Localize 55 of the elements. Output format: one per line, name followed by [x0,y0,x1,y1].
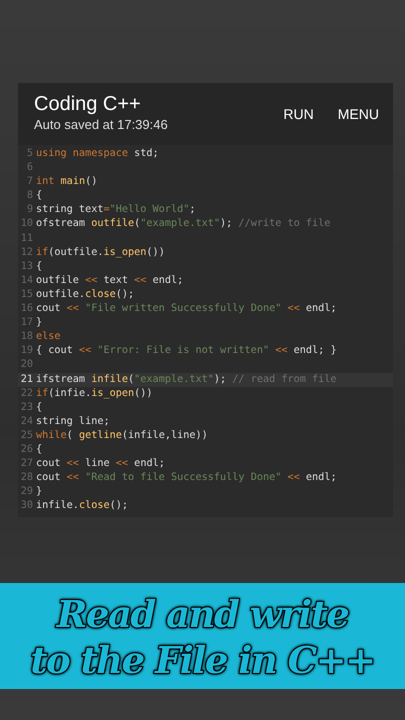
caption-text: to the File in C++ [30,638,375,682]
code-line: { [36,442,42,457]
line-number: 11 [20,232,34,246]
line-number: 25 [20,428,34,443]
code-line: { cout << "Error: File is not written" << endl; } [36,344,337,358]
line-number: 14 [20,274,34,288]
code-line: else [36,330,61,344]
line-number: 6 [26,161,34,176]
code-line: ifstream infile("example.txt"); // read from file [36,372,337,386]
action-button[interactable]: MENU [338,100,379,128]
code-line: { [36,189,42,204]
code-line: if(infie.is_open()) [36,386,153,401]
code-line: outfile << text << endl; [36,274,184,288]
code-line: string line; [36,414,110,429]
line-number: 17 [20,316,34,330]
line-number: 29 [20,485,34,500]
code-line: infile.close(); [36,499,128,514]
code-line: { [36,400,42,415]
line-number: 27 [20,457,34,472]
caption-text: Read and write [56,592,348,636]
line-number: 10 [20,217,34,232]
code-line: string text="Hello World"; [36,203,196,218]
code-line: cout << "File written Successfully Done" << endl; [36,302,337,316]
line-number: 24 [20,414,34,429]
line-number: 18 [20,330,34,344]
line-number: 15 [20,288,34,302]
action-button[interactable]: RUN [283,100,314,128]
code-line: if(outfile.is_open()) [36,246,165,260]
line-number: 30 [20,499,34,514]
line-number: 22 [20,386,34,401]
line-number: 9 [26,203,34,218]
code-line: } [36,485,42,500]
code-line: while( getline(infile,line)) [36,428,208,443]
line-number: 26 [20,442,34,457]
line-number: 8 [26,189,34,204]
autosave-status: Auto saved at 17:39:46 [34,116,168,134]
line-number: 16 [20,302,34,316]
code-line: using namespace std; [36,147,159,161]
line-number: 20 [20,358,34,372]
code-line: outfile.close(); [36,288,134,302]
app-title: Coding C++ [34,93,142,116]
line-number: 5 [26,147,34,161]
line-number: 28 [20,471,34,486]
code-line: { [36,260,42,274]
code-line: cout << "Read to file Successfully Done" << endl; [36,471,337,486]
code-line: cout << line << endl; [36,457,165,472]
code-line: int main() [36,175,98,190]
line-number: 23 [20,400,34,415]
line-number: 12 [20,246,34,260]
line-number: 7 [26,175,34,190]
line-number: 21 [20,372,34,386]
code-line: } [36,316,42,330]
line-number: 13 [20,260,34,274]
code-line: ofstream outfile("example.txt"); //write to file [36,217,330,232]
line-number: 19 [20,344,34,358]
